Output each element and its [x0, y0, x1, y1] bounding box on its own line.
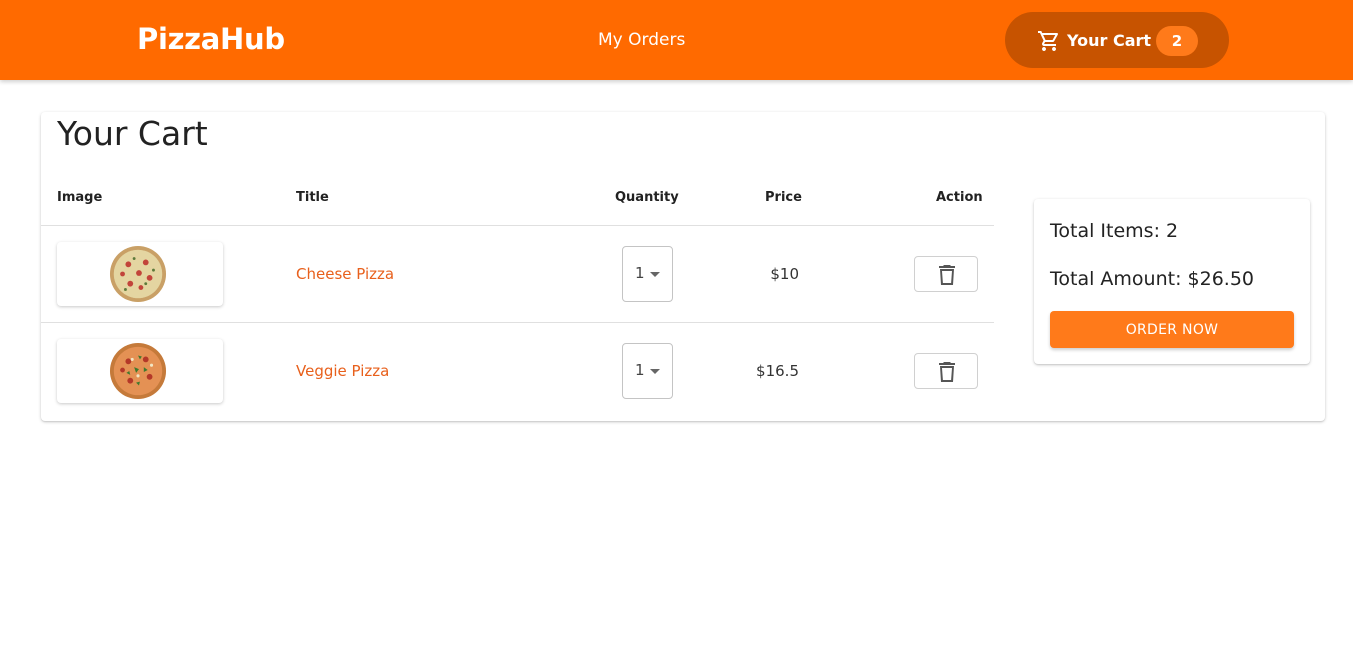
delete-item-button[interactable] [914, 256, 978, 292]
chevron-down-icon [650, 272, 660, 277]
page-title: Your Cart [57, 114, 208, 153]
pizza-image [109, 245, 167, 303]
table-row: Veggie Pizza 1 $16.5 [41, 323, 994, 420]
item-price: $16.5 [756, 362, 799, 380]
quantity-select[interactable]: 1 [622, 343, 673, 399]
quantity-select[interactable]: 1 [622, 246, 673, 302]
cart-label: Your Cart [1067, 31, 1152, 50]
cart-card: Your Cart Image Title Quantity Price Act… [41, 112, 1325, 421]
item-price: $10 [770, 265, 799, 283]
header-price: Price [765, 190, 802, 205]
chevron-down-icon [650, 369, 660, 374]
order-now-button[interactable]: ORDER NOW [1050, 311, 1294, 348]
cart-icon [1038, 31, 1059, 51]
trash-icon [939, 265, 955, 285]
cart-table: Image Title Quantity Price Action Cheese… [41, 178, 994, 420]
item-title-link[interactable]: Veggie Pizza [296, 362, 389, 380]
table-row: Cheese Pizza 1 $10 [41, 226, 994, 323]
item-title-link[interactable]: Cheese Pizza [296, 265, 394, 283]
delete-item-button[interactable] [914, 353, 978, 389]
pizza-image [109, 342, 167, 400]
quantity-value: 1 [635, 361, 645, 379]
cart-button[interactable]: Your Cart 2 [1005, 12, 1229, 68]
trash-icon [939, 362, 955, 382]
order-summary-card: Total Items: 2 Total Amount: $26.50 ORDE… [1034, 199, 1310, 364]
my-orders-link[interactable]: My Orders [598, 30, 685, 50]
pizza-image-card [57, 242, 223, 306]
header-action: Action [936, 190, 983, 205]
header-title: Title [296, 190, 329, 205]
total-items: Total Items: 2 [1050, 220, 1179, 242]
total-amount: Total Amount: $26.50 [1050, 268, 1254, 290]
navbar: PizzaHub My Orders Your Cart 2 [0, 0, 1353, 80]
pizza-image-card [57, 339, 223, 403]
header-image: Image [57, 190, 103, 205]
header-quantity: Quantity [615, 190, 679, 205]
brand-logo[interactable]: PizzaHub [137, 22, 285, 56]
cart-count-badge: 2 [1156, 26, 1198, 56]
table-header: Image Title Quantity Price Action [41, 178, 994, 226]
quantity-value: 1 [635, 264, 645, 282]
